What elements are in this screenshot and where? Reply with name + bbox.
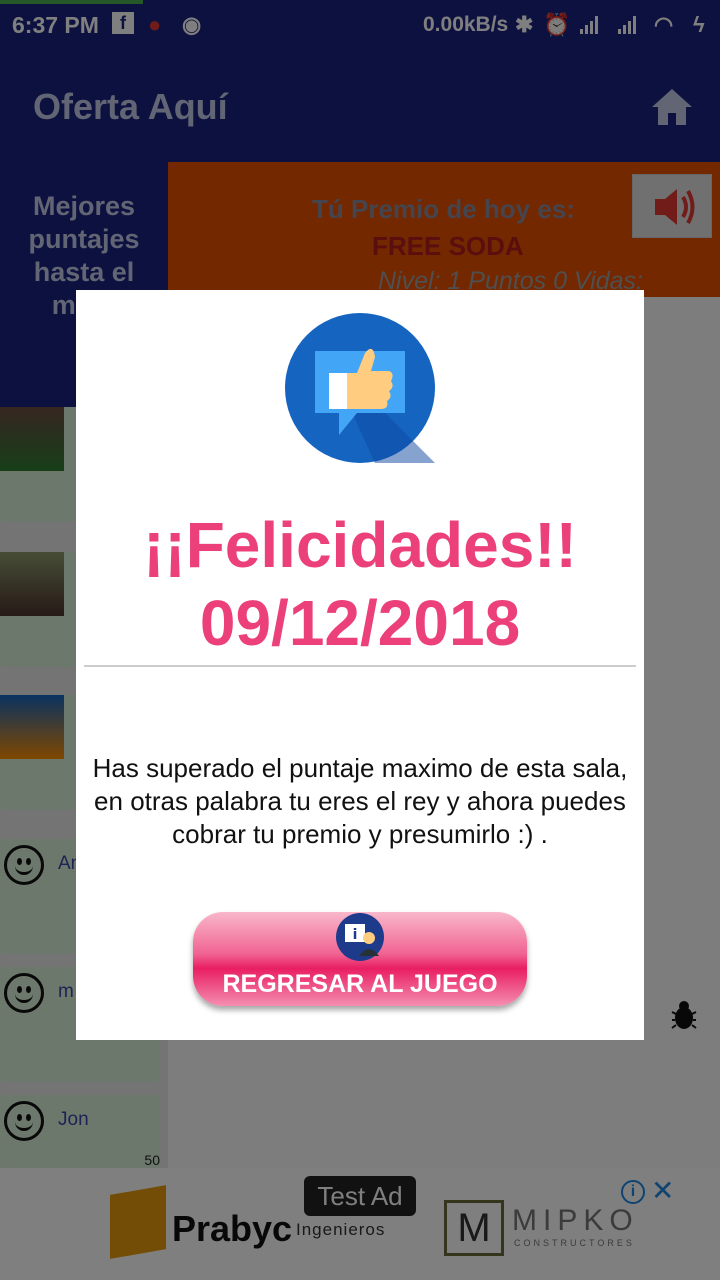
back-to-game-label: REGRESAR AL JUEGO bbox=[222, 970, 498, 998]
svg-text:i: i bbox=[353, 927, 358, 943]
dialog-heading: ¡¡Felicidades!! 09/12/2018 bbox=[76, 506, 644, 662]
thumbs-up-icon bbox=[285, 313, 435, 463]
dialog-divider bbox=[84, 665, 636, 667]
congrats-dialog: ¡¡Felicidades!! 09/12/2018 Has superado … bbox=[76, 290, 644, 1040]
dialog-heading-date: 09/12/2018 bbox=[199, 587, 521, 659]
info-person-icon: i bbox=[336, 913, 384, 961]
dialog-message: Has superado el puntaje maximo de esta s… bbox=[92, 753, 628, 849]
back-to-game-button[interactable]: i REGRESAR AL JUEGO bbox=[193, 912, 527, 1006]
dialog-heading-title: ¡¡Felicidades!! bbox=[143, 509, 577, 581]
